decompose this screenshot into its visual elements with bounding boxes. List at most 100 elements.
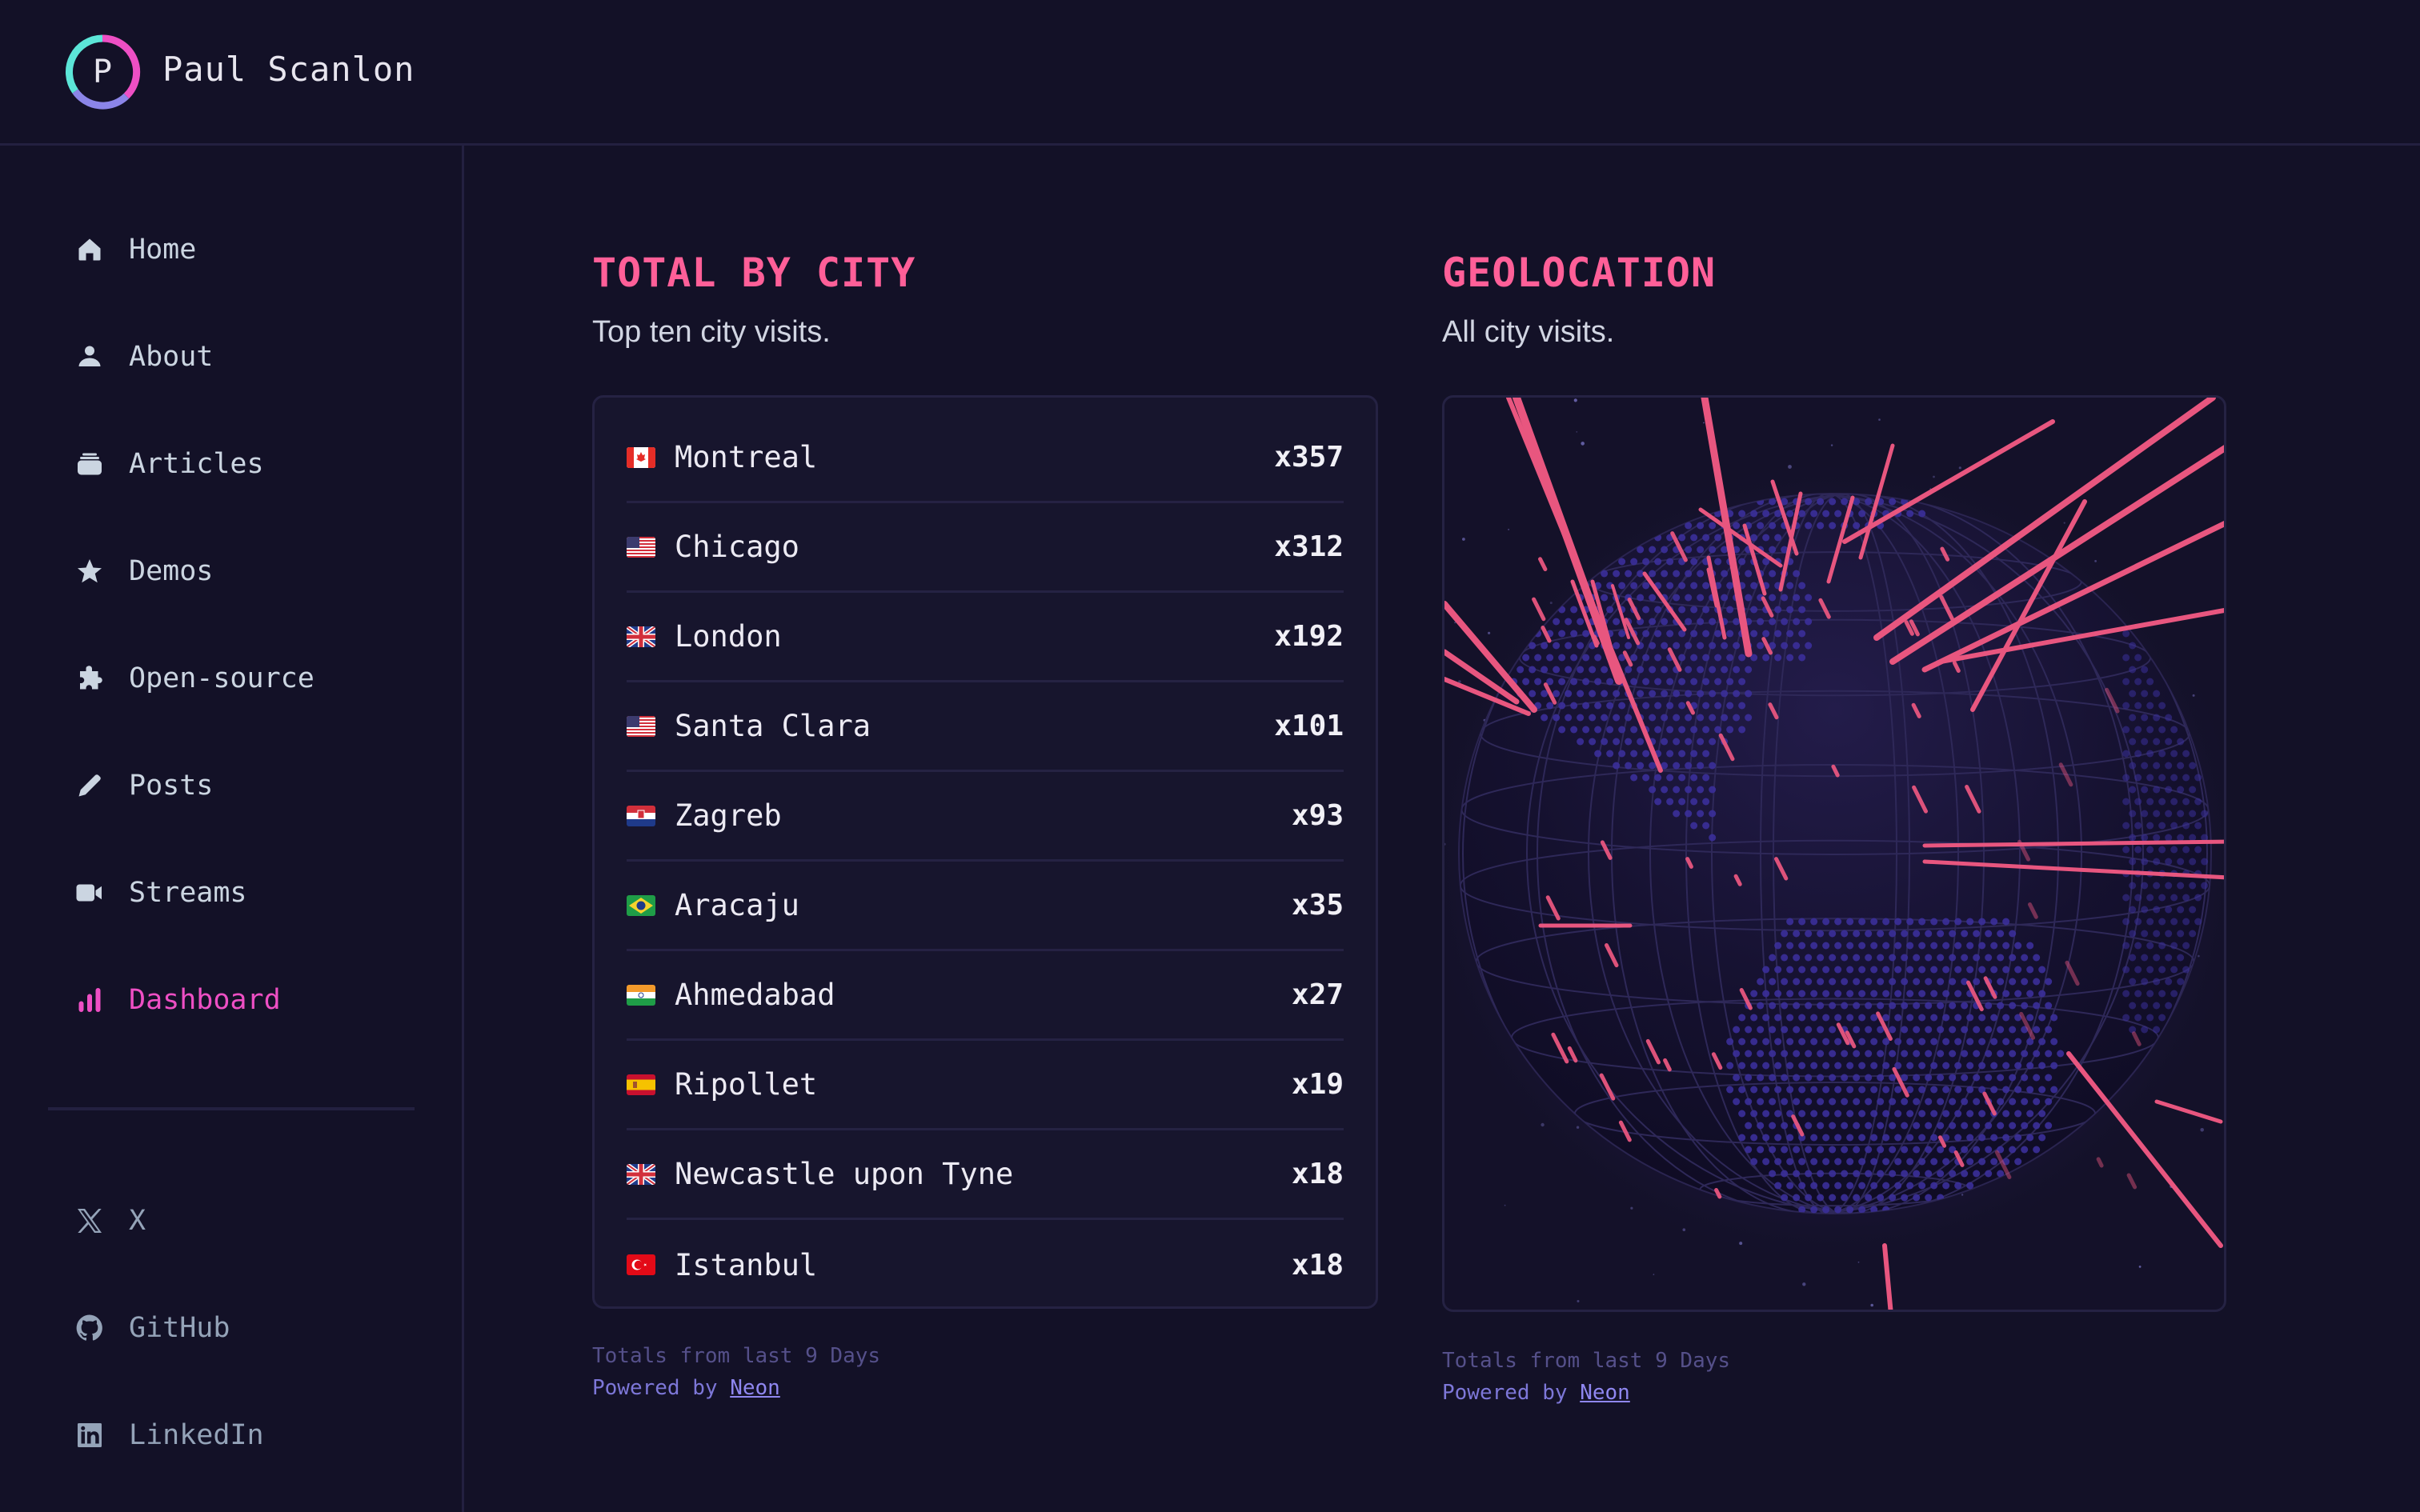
logo-letter: P: [92, 54, 113, 90]
land-dot: [1709, 618, 1717, 626]
land-dot: [1522, 678, 1530, 686]
land-dot: [2050, 1086, 2058, 1094]
land-dot: [1745, 1074, 1753, 1082]
land-dot: [1901, 1122, 1909, 1130]
land-dot: [1654, 678, 1662, 686]
land-dot: [1642, 678, 1650, 686]
sidebar-item-about[interactable]: About: [72, 333, 213, 381]
land-dot: [1990, 1158, 1998, 1166]
site-name[interactable]: Paul Scanlon: [162, 50, 415, 89]
land-dot: [1678, 726, 1686, 734]
social-link-x[interactable]: X: [72, 1197, 146, 1245]
land-dot: [2170, 726, 2178, 734]
land-dot: [2182, 798, 2190, 806]
land-dot: [2189, 906, 2197, 914]
land-dot: [2134, 990, 2142, 998]
land-dot: [2170, 942, 2178, 950]
social-link-github[interactable]: GitHub: [72, 1304, 230, 1352]
sidebar-item-home[interactable]: Home: [72, 226, 196, 274]
land-dot: [1781, 954, 1789, 962]
land-dot: [1594, 726, 1602, 734]
land-dot: [2134, 966, 2142, 974]
land-dot: [1637, 594, 1645, 602]
land-dot: [1786, 606, 1794, 614]
land-dot: [2189, 810, 2197, 818]
land-dot: [1930, 1110, 1938, 1118]
land-dot: [1625, 714, 1633, 722]
land-dot: [1709, 522, 1717, 530]
land-dot: [1913, 954, 1921, 962]
land-dot: [1630, 726, 1638, 734]
land-dot: [1738, 678, 1746, 686]
land-dot: [1846, 1062, 1854, 1070]
land-dot: [1858, 1014, 1866, 1022]
sidebar-item-dashboard[interactable]: Dashboard: [72, 976, 281, 1024]
globe-visualization[interactable]: [1444, 398, 2226, 1312]
land-dot: [1654, 726, 1662, 734]
land-dot: [1690, 606, 1698, 614]
city-footnote: Totals from last 9 Days: [592, 1344, 881, 1368]
land-dot: [1714, 654, 1722, 662]
land-dot: [1678, 582, 1686, 590]
sidebar-item-streams[interactable]: Streams: [72, 869, 247, 917]
land-dot: [1666, 750, 1674, 758]
land-dot: [1529, 666, 1537, 674]
land-dot: [2146, 750, 2154, 758]
land-dot: [2002, 966, 2010, 974]
land-dot: [2009, 1122, 2017, 1130]
sidebar-item-demos[interactable]: Demos: [72, 547, 213, 595]
land-dot: [2134, 726, 2142, 734]
globe-card[interactable]: [1442, 395, 2226, 1312]
site-logo[interactable]: P: [64, 34, 141, 110]
star: [1504, 1204, 1506, 1206]
powered-by-prefix: Powered by: [1442, 1381, 1581, 1405]
land-dot: [1858, 1206, 1866, 1214]
land-dot: [1906, 990, 1914, 998]
neon-link[interactable]: Neon: [1580, 1381, 1630, 1405]
land-dot: [1553, 714, 1561, 722]
land-dot: [2170, 846, 2178, 854]
land-dot: [2038, 1014, 2046, 1022]
land-dot: [1642, 606, 1650, 614]
geo-footnote: Totals from last 9 Days: [1442, 1349, 1731, 1373]
sidebar-item-posts[interactable]: Posts: [72, 762, 213, 810]
land-dot: [1810, 1206, 1818, 1214]
land-dot: [1577, 690, 1585, 698]
sidebar-item-label: Posts: [129, 770, 214, 802]
land-dot: [1937, 1026, 1945, 1034]
land-dot: [1774, 990, 1782, 998]
land-dot: [1834, 1110, 1842, 1118]
land-dot: [1558, 630, 1566, 638]
land-dot: [1906, 1182, 1914, 1190]
social-link-linkedin[interactable]: LinkedIn: [72, 1411, 264, 1459]
land-dot: [1781, 1146, 1789, 1154]
land-dot: [1858, 966, 1866, 974]
land-dot: [2033, 1074, 2041, 1082]
neon-link[interactable]: Neon: [730, 1376, 780, 1400]
land-dot: [1678, 654, 1686, 662]
land-dot: [1786, 510, 1794, 518]
land-dot: [1973, 954, 1981, 962]
land-dot: [1690, 630, 1698, 638]
land-dot: [1805, 594, 1813, 602]
sidebar-item-open-source[interactable]: Open-source: [72, 654, 315, 702]
land-dot: [1846, 990, 1854, 998]
land-dot: [1817, 1026, 1825, 1034]
land-dot: [1853, 522, 1861, 530]
land-dot: [1589, 690, 1597, 698]
land-dot: [2177, 810, 2185, 818]
land-dot: [2170, 918, 2178, 926]
sidebar-item-articles[interactable]: Articles: [72, 440, 264, 488]
land-dot: [1781, 978, 1789, 986]
land-dot: [1858, 1158, 1866, 1166]
land-dot: [1966, 1134, 1974, 1142]
home-icon: [72, 232, 107, 267]
star: [1830, 444, 1833, 446]
land-dot: [1822, 1110, 1830, 1118]
land-dot: [2038, 990, 2046, 998]
land-dot: [1769, 498, 1777, 506]
city-row: Istanbul x18: [627, 1220, 1344, 1310]
land-dot: [2129, 930, 2137, 938]
land-dot: [1870, 918, 1878, 926]
land-dot: [1877, 978, 1885, 986]
